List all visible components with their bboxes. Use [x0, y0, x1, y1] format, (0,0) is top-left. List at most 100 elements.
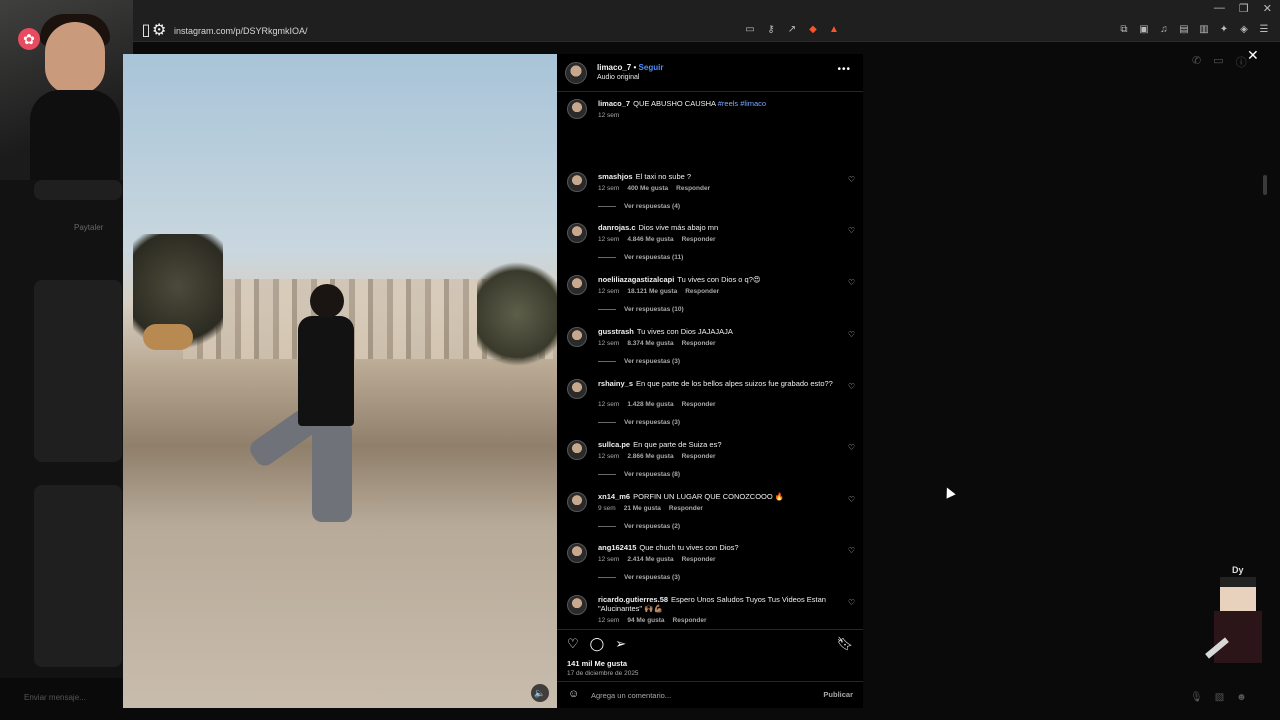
emoji-icon[interactable]: ☺	[568, 688, 579, 700]
sticker-icon[interactable]: ☻	[1236, 692, 1247, 703]
comments-list[interactable]: limaco_7 QUE ABUSHO CAUSHA #reels #limaco…	[557, 94, 863, 629]
vpn-icon[interactable]: ◈	[1238, 24, 1250, 36]
comment-username[interactable]: ricardo.gutierres.58	[598, 595, 668, 604]
reply-button[interactable]: Responder	[682, 236, 716, 243]
url-text[interactable]: instagram.com/p/DSYRkgmkIOA/	[174, 26, 308, 36]
sidebar-icon[interactable]: ▤	[1178, 24, 1190, 36]
minimize-button[interactable]: —	[1214, 2, 1225, 15]
like-comment-icon[interactable]: ♡	[848, 382, 855, 391]
comment-likes[interactable]: 2.414 Me gusta	[627, 556, 673, 563]
site-info-icon[interactable]: ⚙	[152, 23, 166, 39]
close-icon[interactable]: ✕	[1247, 47, 1259, 64]
view-replies-button[interactable]: Ver respuestas (3)	[598, 419, 680, 426]
audio-label[interactable]: Audio original	[597, 74, 639, 81]
view-replies-label[interactable]: Ver respuestas (11)	[624, 254, 683, 261]
bookmark-icon[interactable]: ▯	[140, 23, 152, 39]
like-comment-icon[interactable]: ♡	[848, 330, 855, 339]
view-replies-button[interactable]: Ver respuestas (10)	[598, 306, 684, 313]
post-video[interactable]: 🔈	[123, 54, 557, 708]
video-call-icon[interactable]: ▭	[1213, 54, 1223, 70]
comment-likes[interactable]: 94 Me gusta	[627, 617, 664, 624]
avatar[interactable]	[567, 99, 587, 119]
post-username[interactable]: limaco_7	[597, 63, 631, 72]
like-comment-icon[interactable]: ♡	[848, 598, 855, 607]
info-icon[interactable]: ⓘ	[1236, 54, 1247, 70]
like-comment-icon[interactable]: ♡	[848, 546, 855, 555]
like-comment-icon[interactable]: ♡	[848, 495, 855, 504]
reply-button[interactable]: Responder	[682, 453, 716, 460]
view-replies-button[interactable]: Ver respuestas (8)	[598, 471, 680, 478]
view-replies-label[interactable]: Ver respuestas (3)	[624, 358, 680, 365]
cast-icon[interactable]: ▭	[744, 24, 756, 36]
reply-button[interactable]: Responder	[682, 401, 716, 408]
comment-username[interactable]: rshainy_s	[598, 379, 633, 388]
avatar[interactable]	[567, 440, 587, 460]
view-replies-label[interactable]: Ver respuestas (8)	[624, 471, 680, 478]
avatar[interactable]	[567, 275, 587, 295]
comment-username[interactable]: ang162415	[598, 543, 636, 552]
view-replies-button[interactable]: Ver respuestas (4)	[598, 203, 680, 210]
avatar[interactable]	[567, 327, 587, 347]
view-replies-button[interactable]: Ver respuestas (2)	[598, 523, 680, 530]
avatar[interactable]	[567, 223, 587, 243]
publish-button[interactable]: Publicar	[823, 690, 853, 699]
reply-button[interactable]: Responder	[669, 505, 703, 512]
brave-shields-icon[interactable]: ◆	[807, 24, 819, 36]
view-replies-label[interactable]: Ver respuestas (3)	[624, 419, 680, 426]
comment-likes[interactable]: 4.846 Me gusta	[627, 236, 673, 243]
extension-icon[interactable]: ⧉	[1118, 24, 1130, 36]
mute-icon[interactable]: 🔈	[531, 684, 549, 702]
reply-button[interactable]: Responder	[673, 617, 707, 624]
comment-username[interactable]: smashjos	[598, 172, 633, 181]
comment-username[interactable]: noeliliazagastizalcapi	[598, 275, 674, 284]
share-icon[interactable]: ➢	[615, 636, 626, 652]
view-replies-button[interactable]: Ver respuestas (3)	[598, 574, 680, 581]
follow-button[interactable]: Seguir	[639, 63, 664, 72]
reply-button[interactable]: Responder	[676, 185, 710, 192]
address-bar[interactable]: ▯ ⚙ instagram.com/p/DSYRkgmkIOA/ ▭ ⚷ ↗ ◆…	[140, 20, 1280, 42]
key-icon[interactable]: ⚷	[765, 24, 777, 36]
screenshot-icon[interactable]: ▣	[1138, 24, 1150, 36]
avatar[interactable]	[567, 172, 587, 192]
reply-button[interactable]: Responder	[682, 556, 716, 563]
avatar[interactable]	[567, 379, 587, 399]
menu-icon[interactable]: ☰	[1258, 24, 1270, 36]
avatar[interactable]	[567, 492, 587, 512]
avatar[interactable]	[565, 62, 587, 84]
brave-rewards-icon[interactable]: ▲	[828, 24, 840, 36]
comment-input[interactable]	[591, 688, 811, 702]
comment-likes[interactable]: 1.428 Me gusta	[627, 401, 673, 408]
message-input-placeholder[interactable]: Enviar mensaje...	[24, 693, 86, 702]
like-comment-icon[interactable]: ♡	[848, 443, 855, 452]
avatar[interactable]	[567, 543, 587, 563]
comment-likes[interactable]: 8.374 Me gusta	[627, 340, 673, 347]
image-icon[interactable]: ▨	[1215, 692, 1224, 703]
view-replies-label[interactable]: Ver respuestas (4)	[624, 203, 680, 210]
like-comment-icon[interactable]: ♡	[848, 226, 855, 235]
view-replies-label[interactable]: Ver respuestas (10)	[624, 306, 684, 313]
comment-username[interactable]: gusstrash	[598, 327, 634, 336]
view-replies-label[interactable]: Ver respuestas (2)	[624, 523, 680, 530]
reply-button[interactable]: Responder	[685, 288, 719, 295]
comment-likes[interactable]: 18.121 Me gusta	[627, 288, 677, 295]
phone-icon[interactable]: ✆	[1192, 54, 1201, 70]
view-replies-button[interactable]: Ver respuestas (11)	[598, 254, 683, 261]
microphone-icon[interactable]: 🎙︎	[1190, 692, 1203, 703]
caption-hashtags[interactable]: #reels #limaco	[718, 99, 766, 108]
reply-button[interactable]: Responder	[682, 340, 716, 347]
music-icon[interactable]: ♫	[1158, 24, 1170, 36]
comment-username[interactable]: xn14_m6	[598, 492, 630, 501]
view-replies-label[interactable]: Ver respuestas (3)	[624, 574, 680, 581]
like-comment-icon[interactable]: ♡	[848, 278, 855, 287]
comment-username[interactable]: sullca.pe	[598, 440, 630, 449]
comment-icon[interactable]: ◯	[590, 636, 605, 652]
scrollbar-thumb[interactable]	[1263, 175, 1267, 195]
like-comment-icon[interactable]: ♡	[848, 175, 855, 184]
likes-count[interactable]: 141 mil Me gusta	[567, 659, 627, 668]
save-icon[interactable]: 🔖︎	[836, 636, 853, 652]
comment-likes[interactable]: 2.866 Me gusta	[627, 453, 673, 460]
comment-likes[interactable]: 400 Me gusta	[627, 185, 668, 192]
ai-icon[interactable]: ✦	[1218, 24, 1230, 36]
comment-likes[interactable]: 21 Me gusta	[624, 505, 661, 512]
comment-username[interactable]: danrojas.c	[598, 223, 636, 232]
